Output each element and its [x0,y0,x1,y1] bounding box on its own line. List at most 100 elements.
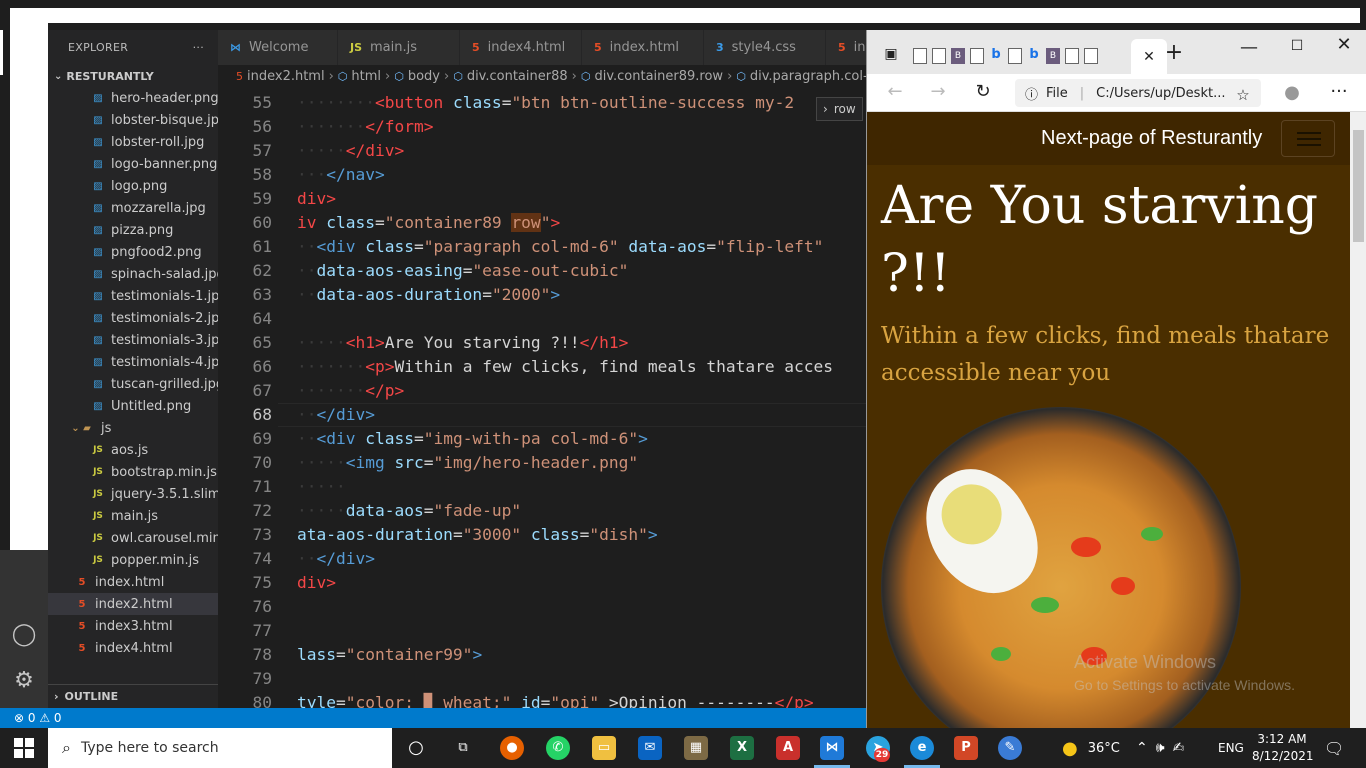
code-line[interactable]: 72 ·····data-aos="fade-up" [218,499,866,523]
bing-tab-icon[interactable]: b [989,48,1003,64]
excel-icon[interactable]: X [730,736,754,760]
windows-start-icon[interactable] [14,738,34,758]
favorite-add-icon[interactable]: ☆ [1233,85,1253,105]
file-item[interactable]: JS owl.carousel.min.... [48,527,218,549]
breadcrumb-item[interactable]: div.paragraph.col-m [750,69,866,84]
mail-icon[interactable]: ✉ [638,736,662,760]
weather-widget[interactable]: ● 36°C [1062,728,1120,768]
file-item[interactable]: 5 index2.html [48,593,218,615]
account-icon[interactable]: ◯ [11,622,37,648]
file-item[interactable]: ▨ testimonials-3.jpg [48,329,218,351]
code-line[interactable]: 61 ··<div class="paragraph col-md-6" data… [218,235,866,259]
code-line[interactable]: 68 ··</div> [218,403,866,427]
code-line[interactable]: 80 tyle="color: ▉ wheat;" id="opi" >Opini… [218,691,866,708]
clock[interactable]: 3:12 AM 8/12/2021 [1252,731,1314,765]
file-item[interactable]: ▨ mozzarella.jpg [48,197,218,219]
page-tab-icon[interactable] [913,48,927,64]
file-explorer-icon[interactable]: ▭ [592,736,616,760]
file-item[interactable]: ▨ testimonials-4.jpg [48,351,218,373]
editor-tab[interactable]: JS main.js [338,30,460,65]
code-line[interactable]: 78 lass="container99"> [218,643,866,667]
code-line[interactable]: 58 ···</nav> [218,163,866,187]
paint-icon[interactable]: ✎ [998,736,1022,760]
back-icon[interactable]: ← [885,82,905,102]
file-item[interactable]: ▨ testimonials-1.jpg [48,285,218,307]
file-item[interactable]: JS jquery-3.5.1.slim.... [48,483,218,505]
folder-header[interactable]: ⌄ RESTURANTLY [48,65,218,87]
file-item[interactable]: ▨ tuscan-grilled.jpg [48,373,218,395]
breadcrumb-item[interactable]: index2.html [247,69,325,84]
settings-more-icon[interactable]: ··· [1329,82,1349,102]
refresh-icon[interactable]: ↻ [973,82,993,102]
breadcrumb-item[interactable]: div.container88 [467,69,568,84]
editor-tab[interactable]: ⋈ Welcome [218,30,338,65]
page-tab-icon[interactable] [970,48,984,64]
powerpoint-icon[interactable]: P [954,736,978,760]
file-item[interactable]: ▨ lobster-bisque.jpg [48,109,218,131]
site-brand[interactable]: Next-page of Resturantly [1041,127,1262,150]
maximize-icon[interactable]: ☐ [1287,36,1307,56]
notification-center-icon[interactable]: 🗨 [1324,728,1344,768]
file-item[interactable]: 5 index4.html [48,637,218,659]
code-line[interactable]: 60 iv class="container89 row"> [218,211,866,235]
breadcrumb-item[interactable]: body [408,69,440,84]
minimize-icon[interactable]: — [1239,38,1259,58]
code-line[interactable]: 73 ata-aos-duration="3000" class="dish"> [218,523,866,547]
whatsapp-icon[interactable]: ✆ [546,736,570,760]
gear-icon[interactable]: ⚙ [11,668,37,694]
address-bar[interactable]: ⓘ File | C:/Users/up/Deskt... [1015,79,1261,107]
editor-tab[interactable]: 5 index.html [582,30,704,65]
code-line[interactable]: 57 ·····</div> [218,139,866,163]
tab-actions-icon[interactable]: ▣ [881,44,901,64]
file-item[interactable]: ▨ lobster-roll.jpg [48,131,218,153]
code-line[interactable]: 65 ·····<h1>Are You starving ?!!</h1> [218,331,866,355]
code-line[interactable]: 77 [218,619,866,643]
file-item[interactable]: ▨ Untitled.png [48,395,218,417]
file-item[interactable]: 5 index3.html [48,615,218,637]
taskbar-search[interactable]: ⌕ Type here to search [48,728,392,768]
active-tab[interactable]: ✕ [1131,39,1167,74]
scrollbar-thumb[interactable] [1353,130,1364,242]
page-tab-icon[interactable] [1084,48,1098,64]
page-tab-icon[interactable] [1065,48,1079,64]
code-line[interactable]: 69 ··<div class="img-with-pa col-md-6"> [218,427,866,451]
file-item[interactable]: ▨ logo.png [48,175,218,197]
code-line[interactable]: 67 ·······</p> [218,379,866,403]
code-line[interactable]: 66 ·······<p>Within a few clicks, find me… [218,355,866,379]
editor-tab[interactable]: 3 style4.css [704,30,826,65]
code-line[interactable]: 62 ··data-aos-easing="ease-out-cubic" [218,259,866,283]
file-item[interactable]: ⌄ ▰ js [48,417,218,439]
file-item[interactable]: JS main.js [48,505,218,527]
code-line[interactable]: 56 ·······</form> [218,115,866,139]
firefox-icon[interactable]: ● [500,736,524,760]
close-window-icon[interactable]: ✕ [1334,35,1354,55]
file-item[interactable]: 5 index.html [48,571,218,593]
breadcrumb-item[interactable]: div.container89.row [594,69,723,84]
file-item[interactable]: ▨ pngfood2.png [48,241,218,263]
editor-tab[interactable]: 5 in [826,30,866,65]
file-item[interactable]: ▨ testimonials-2.jpg [48,307,218,329]
code-line[interactable]: 70 ·····<img src="img/hero-header.png" [218,451,866,475]
vscode-taskbar-icon[interactable]: ⋈ [820,736,844,760]
profile-icon[interactable]: ● [1282,83,1302,103]
code-editor[interactable]: 55 ········<button class="btn btn-outline… [218,87,866,708]
edge-icon[interactable]: e [910,736,934,760]
forward-icon[interactable]: → [928,82,948,102]
code-line[interactable]: 75 div> [218,571,866,595]
bing-tab-icon[interactable]: b [1027,48,1041,64]
file-item[interactable]: JS bootstrap.min.js [48,461,218,483]
editor-tab[interactable]: 5 index4.html [460,30,582,65]
bootstrap-tab-icon[interactable]: B [951,48,965,64]
page-scrollbar[interactable] [1350,112,1366,728]
code-line[interactable]: 71 ····· [218,475,866,499]
acrobat-icon[interactable]: A [776,736,800,760]
code-line[interactable]: 74 ··</div> [218,547,866,571]
file-item[interactable]: ▨ pizza.png [48,219,218,241]
bootstrap-tab-icon[interactable]: B [1046,48,1060,64]
language-indicator[interactable]: ENG [1218,728,1244,768]
code-line[interactable]: 79 [218,667,866,691]
navbar-toggler-button[interactable] [1281,120,1335,157]
code-line[interactable]: 55 ········<button class="btn btn-outline… [218,91,866,115]
file-item[interactable]: ▨ hero-header.png [48,87,218,109]
file-item[interactable]: ▨ logo-banner.png [48,153,218,175]
